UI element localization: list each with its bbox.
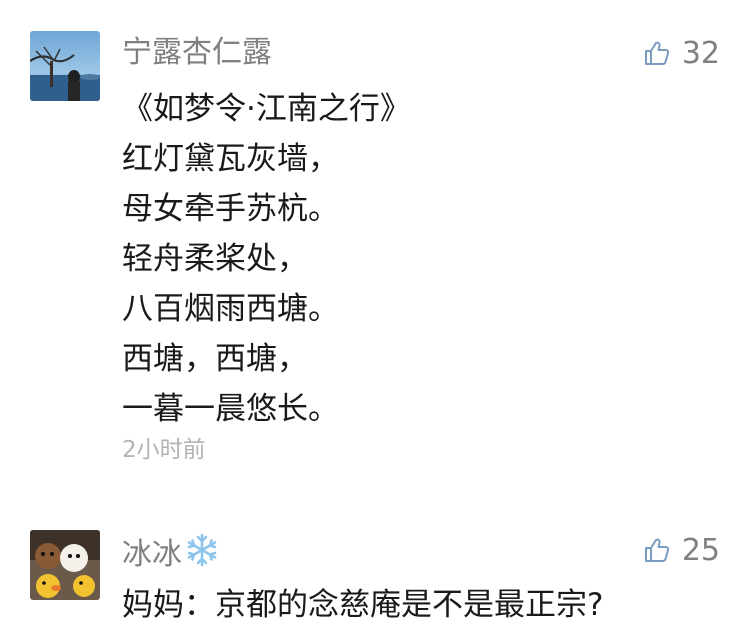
content-line: 轻舟柔桨处， <box>122 241 308 277</box>
nickname-text: 冰冰 <box>122 537 182 572</box>
like-button[interactable]: 25 <box>644 530 720 570</box>
snowflake-icon <box>184 532 220 579</box>
content-line: 红灯黛瓦灰墙， <box>122 141 339 177</box>
content-line: 母女牵手苏杭。 <box>122 191 339 227</box>
comment-content: 妈妈：京都的念慈庵是不是最正宗? <box>122 580 603 630</box>
nickname[interactable]: 冰冰 <box>122 532 220 579</box>
comment-time: 2小时前 <box>122 437 206 463</box>
nickname[interactable]: 宁露杏仁露 <box>122 33 272 73</box>
content-line: 八百烟雨西塘。 <box>122 291 339 327</box>
content-line: 妈妈：京都的念慈庵是不是最正宗? <box>122 587 604 623</box>
avatar[interactable] <box>30 31 100 101</box>
content-line: 一暮一晨悠长。 <box>122 391 339 427</box>
comment-content: 《如梦令·江南之行》 红灯黛瓦灰墙， 母女牵手苏杭。 轻舟柔桨处， 八百烟雨西塘… <box>122 84 411 434</box>
thumbs-up-icon <box>644 537 670 563</box>
thumbs-up-icon <box>644 40 670 66</box>
like-count: 25 <box>681 532 720 568</box>
avatar[interactable] <box>30 530 100 600</box>
content-line: 《如梦令·江南之行》 <box>122 91 411 127</box>
like-button[interactable]: 32 <box>644 33 720 73</box>
like-count: 32 <box>681 35 720 71</box>
comment-list: 宁露杏仁露 32 《如梦令·江南之行》 红灯黛瓦灰墙， 母女牵手苏杭。 轻舟柔桨… <box>0 0 750 631</box>
content-line: 西塘，西塘， <box>122 341 308 377</box>
